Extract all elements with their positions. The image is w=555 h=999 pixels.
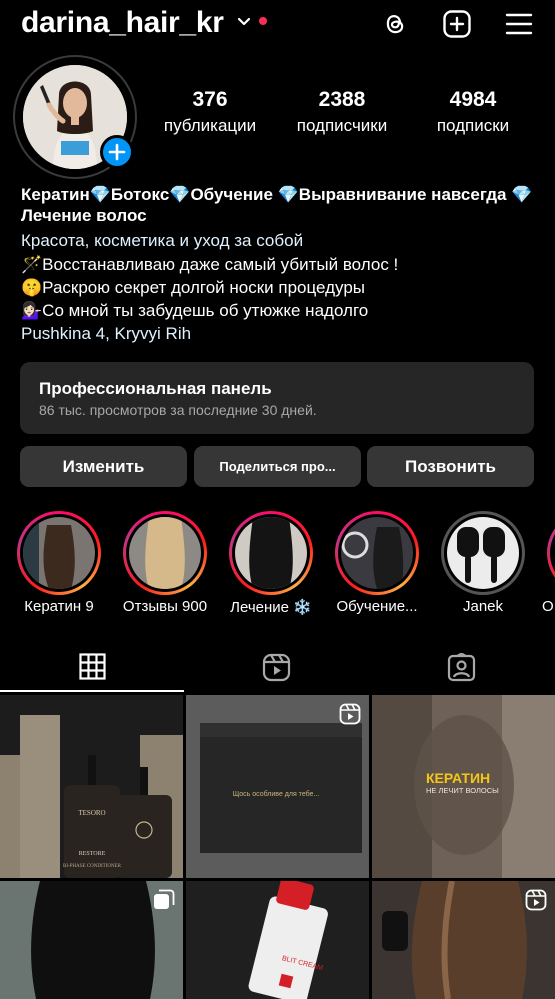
bio-title: Кератин💎Ботокс💎Обучение 💎Выравнивание на… bbox=[21, 185, 533, 225]
post-overlay-subtitle: НЕ ЛЕЧИТ ВОЛОСЫ bbox=[426, 786, 499, 795]
stat-following-label: подписки bbox=[436, 116, 510, 135]
story-highlight[interactable] bbox=[335, 511, 419, 595]
story-highlight[interactable] bbox=[123, 511, 207, 595]
notification-dot bbox=[259, 17, 267, 25]
edit-profile-button[interactable]: Изменить bbox=[20, 446, 187, 487]
bottle-brand: TESORO bbox=[78, 809, 105, 817]
stat-posts[interactable]: 376 публикации bbox=[140, 88, 280, 136]
stat-following-value: 4984 bbox=[449, 88, 497, 111]
highlight-cover bbox=[447, 517, 519, 589]
top-bar: darina_hair_kr bbox=[0, 0, 555, 50]
grid-icon[interactable] bbox=[79, 653, 106, 680]
highlight-label: Janek bbox=[462, 598, 504, 615]
stat-posts-label: публикации bbox=[163, 116, 257, 135]
post-thumbnail[interactable]: КЕРАТИН НЕ ЛЕЧИТ ВОЛОСЫ bbox=[372, 695, 555, 878]
profile-tabs bbox=[0, 640, 555, 692]
story-highlight[interactable] bbox=[547, 511, 555, 595]
carousel-badge-icon bbox=[154, 889, 175, 909]
highlight-label: Отзывы 900 bbox=[122, 598, 208, 615]
active-tab-indicator bbox=[0, 690, 184, 692]
highlight-cover bbox=[341, 517, 413, 589]
add-story-button[interactable] bbox=[100, 135, 134, 169]
story-highlight[interactable] bbox=[441, 511, 525, 595]
post-thumbnail[interactable]: Щось особливе для тебе... bbox=[186, 695, 369, 878]
story-highlight[interactable] bbox=[229, 511, 313, 595]
bottle-sub: BI-PHASE CONDITIONER bbox=[63, 864, 122, 869]
bio-category: Красота, косметика и уход за собой bbox=[21, 231, 304, 250]
share-profile-button[interactable]: Поделиться про... bbox=[194, 446, 361, 487]
stat-posts-value: 376 bbox=[192, 88, 228, 111]
profile-username[interactable]: darina_hair_kr bbox=[21, 6, 224, 40]
reels-icon[interactable] bbox=[262, 653, 291, 682]
post-caption-text: Щось особливе для тебе... bbox=[233, 790, 320, 798]
stat-followers-value: 2388 bbox=[318, 88, 366, 111]
highlight-cover bbox=[129, 517, 201, 589]
stat-followers-label: подписчики bbox=[296, 116, 388, 135]
post-thumbnail[interactable] bbox=[372, 881, 555, 999]
reel-badge-icon bbox=[339, 703, 361, 725]
tagged-icon[interactable] bbox=[447, 653, 476, 682]
stat-followers[interactable]: 2388 подписчики bbox=[272, 88, 412, 136]
professional-dashboard[interactable]: Профессиональная панель 86 тыс. просмотр… bbox=[20, 362, 534, 434]
highlight-label: Кератин 9 bbox=[24, 598, 94, 615]
bio-address-link[interactable]: Pushkina 4, Kryvyi Rih bbox=[21, 323, 191, 345]
chevron-down-icon[interactable] bbox=[236, 14, 252, 30]
post-thumbnail[interactable]: TESORO RESTORE BI-PHASE CONDITIONER bbox=[0, 695, 183, 878]
post-thumbnail[interactable]: BLIT CREAM bbox=[186, 881, 369, 999]
plus-icon bbox=[108, 143, 126, 161]
highlight-label: Обучение... bbox=[336, 598, 418, 615]
bio-line: 🪄Восстанавливаю даже самый убитый волос … bbox=[21, 255, 399, 274]
story-highlight[interactable] bbox=[17, 511, 101, 595]
panel-subtitle: 86 тыс. просмотров за последние 30 дней. bbox=[39, 402, 317, 418]
threads-icon[interactable] bbox=[380, 9, 410, 39]
menu-icon[interactable] bbox=[504, 9, 534, 39]
bottle-name: RESTORE bbox=[79, 851, 106, 857]
bio-line: 💁🏻‍♀️Со мной ты забудешь об утюжке надол… bbox=[21, 301, 369, 320]
stat-following[interactable]: 4984 подписки bbox=[403, 88, 543, 136]
panel-title: Профессиональная панель bbox=[39, 379, 272, 398]
highlight-cover bbox=[235, 517, 307, 589]
new-post-icon[interactable] bbox=[442, 9, 472, 39]
bio-line: 🤫Раскрою секрет долгой носки процедуры bbox=[21, 278, 366, 297]
post-overlay-title: КЕРАТИН bbox=[426, 770, 490, 786]
reel-badge-icon bbox=[525, 889, 547, 911]
post-thumbnail[interactable] bbox=[0, 881, 183, 999]
call-button[interactable]: Позвонить bbox=[367, 446, 534, 487]
highlight-label: Лечение ❄️ bbox=[230, 599, 312, 616]
highlight-cover bbox=[23, 517, 95, 589]
highlight-label: О bbox=[542, 598, 554, 615]
